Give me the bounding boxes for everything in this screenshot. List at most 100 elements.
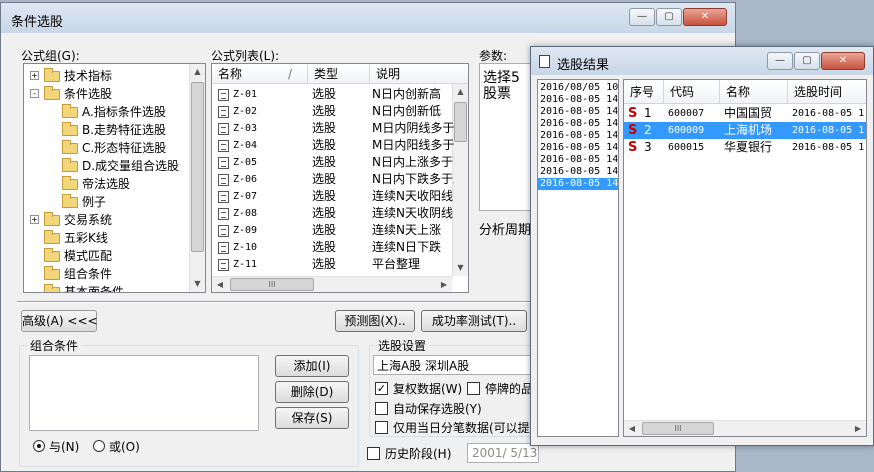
formula-row[interactable]: Z-09 选股 连续N天上涨 (212, 222, 454, 239)
result-table[interactable]: 序号 代码 名称 选股时间 ◀ III ▶ S 1 600007 中国国贸 2016-0… (623, 79, 867, 437)
formula-row[interactable]: Z-07 选股 连续N天收阳线 (212, 188, 454, 205)
tree-item[interactable]: A.指标条件选股 (24, 103, 189, 121)
tree-scroll-thumb[interactable] (191, 82, 204, 252)
delete-button[interactable]: 删除(D) (275, 381, 349, 403)
scroll-left-icon[interactable]: ◀ (624, 421, 640, 436)
formula-row[interactable]: Z-03 选股 M日内阴线多于阳 (212, 120, 454, 137)
restore-checkbox-label: 复权数据(W) (393, 382, 463, 396)
advanced-button[interactable]: 高级(A) <<< (21, 310, 98, 332)
formula-row[interactable]: Z-04 选股 M日内阳线多于阴 (212, 137, 454, 154)
result-row[interactable]: S 1 600007 中国国贸 2016-08-05 1 (624, 105, 866, 122)
column-header-time[interactable]: 选股时间 (788, 80, 866, 104)
timestamp-item[interactable]: 2016-08-05 14 (538, 142, 618, 154)
date-from-input[interactable]: 2001/ 5/13 (467, 443, 539, 463)
autosave-checkbox[interactable] (375, 402, 388, 415)
suspended-checkbox[interactable] (467, 382, 480, 395)
tree-vertical-scrollbar[interactable]: ▲ ▼ (189, 64, 205, 292)
column-header-type[interactable]: 类型 (308, 64, 370, 84)
formula-row[interactable]: Z-05 选股 N日内上涨多于下 (212, 154, 454, 171)
preview-button[interactable]: 预测图(X).. (335, 310, 415, 332)
minimize-button[interactable]: — (629, 8, 655, 26)
tree-item[interactable]: 五彩K线 (24, 229, 189, 247)
formula-row[interactable]: Z-01 选股 N日内创新高 (212, 86, 454, 103)
scroll-down-icon[interactable]: ▼ (190, 276, 205, 292)
scroll-up-icon[interactable]: ▲ (453, 84, 468, 100)
formula-doc-icon (218, 140, 229, 152)
tree-item[interactable]: + 交易系统 (24, 211, 189, 229)
expand-icon[interactable]: + (30, 215, 39, 224)
timestamp-item[interactable]: 2016-08-05 14 (538, 106, 618, 118)
result-hscroll-thumb[interactable]: III (642, 422, 714, 435)
market-field[interactable]: 上海A股 深圳A股 (373, 355, 539, 375)
tree-item[interactable]: B.走势特征选股 (24, 121, 189, 139)
tree-item[interactable]: 例子 (24, 193, 189, 211)
formula-horizontal-scrollbar[interactable]: ◀ III ▶ (212, 276, 452, 292)
formula-row[interactable]: Z-08 选股 连续N天收阴线 (212, 205, 454, 222)
column-header-name[interactable]: 名称 / (212, 64, 308, 84)
or-radio[interactable] (93, 440, 105, 452)
formula-type: 选股 (312, 240, 337, 254)
current-only-checkbox[interactable] (375, 421, 388, 434)
timestamp-item[interactable]: 2016-08-05 14 (538, 130, 618, 142)
timestamp-item[interactable]: 2016-08-05 14 (538, 154, 618, 166)
formula-name: Z-11 (233, 259, 258, 270)
select-settings-label: 选股设置 (375, 337, 430, 354)
tree-item[interactable]: 组合条件 (24, 265, 189, 283)
tree-item[interactable]: 基本面条件 (24, 283, 189, 292)
formula-vertical-scrollbar[interactable]: ▲ ▼ (452, 84, 468, 276)
formula-list-label: 公式列表(L): (211, 49, 280, 63)
timestamp-item[interactable]: 2016-08-05 14 (538, 166, 618, 178)
folder-icon (44, 266, 60, 280)
scroll-left-icon[interactable]: ◀ (212, 277, 228, 292)
timestamp-item[interactable]: 2016-08-05 14 (538, 94, 618, 106)
scroll-right-icon[interactable]: ▶ (850, 421, 866, 436)
save-button[interactable]: 保存(S) (275, 407, 349, 429)
formula-doc-icon (218, 89, 229, 101)
tree-item[interactable]: D.成交量组合选股 (24, 157, 189, 175)
formula-doc-icon (218, 225, 229, 237)
result-minimize-button[interactable]: — (767, 52, 793, 70)
timestamp-item[interactable]: 2016-08-05 14 (538, 118, 618, 130)
result-row[interactable]: S 2 600009 上海机场 2016-08-05 1 (624, 122, 866, 139)
expand-icon[interactable]: + (30, 71, 39, 80)
result-maximize-button[interactable]: ▢ (794, 52, 820, 70)
combo-list[interactable] (29, 355, 259, 431)
result-horizontal-scrollbar[interactable]: ◀ III ▶ (624, 420, 866, 436)
tree-item[interactable]: + 技术指标 (24, 67, 189, 85)
scroll-right-icon[interactable]: ▶ (436, 277, 452, 292)
formula-row[interactable]: Z-10 选股 连续N日下跌 (212, 239, 454, 256)
timestamp-item[interactable]: 2016/08/05 10 (538, 82, 618, 94)
formula-doc-icon (218, 106, 229, 118)
restore-checkbox[interactable]: ✓ (375, 382, 388, 395)
formula-row[interactable]: Z-02 选股 N日内创新低 (212, 103, 454, 120)
column-header-seq-label: 序号 (630, 85, 655, 99)
formula-group-tree[interactable]: ▲ ▼ + 技术指标 - 条件选股 A.指标条件选股 B.走势特征选股 C.形态特征选股 D.… (23, 63, 206, 293)
history-checkbox[interactable] (367, 447, 380, 460)
and-radio[interactable] (33, 440, 45, 452)
timestamp-item[interactable]: 2016-08-05 14 (538, 178, 618, 190)
column-header-code[interactable]: 代码 (664, 80, 720, 104)
formula-scroll-thumb[interactable] (454, 102, 467, 142)
tree-item[interactable]: C.形态特征选股 (24, 139, 189, 157)
column-header-name[interactable]: 名称 (720, 80, 788, 104)
tree-item-label: 五彩K线 (64, 231, 108, 245)
timestamp-list[interactable]: 2016/08/05 10 2016-08-05 14 2016-08-05 14 2… (537, 79, 619, 437)
formula-row[interactable]: Z-06 选股 N日内下跌多于上 (212, 171, 454, 188)
formula-list[interactable]: 名称 / 类型 说明 ▲ ▼ ◀ III ▶ Z-01 选股 N日内创新高 Z-02 选股… (211, 63, 469, 293)
result-row[interactable]: S 3 600015 华夏银行 2016-08-05 1 (624, 139, 866, 156)
result-close-button[interactable]: ✕ (821, 52, 865, 70)
column-header-seq[interactable]: 序号 (624, 80, 664, 104)
tree-item[interactable]: 模式匹配 (24, 247, 189, 265)
column-header-desc[interactable]: 说明 (370, 64, 468, 84)
formula-hscroll-thumb[interactable]: III (230, 278, 314, 291)
collapse-icon[interactable]: - (30, 89, 39, 98)
success-test-button[interactable]: 成功率测试(T).. (421, 310, 527, 332)
maximize-button[interactable]: ▢ (656, 8, 682, 26)
tree-item[interactable]: 帝法选股 (24, 175, 189, 193)
close-button[interactable]: ✕ (683, 8, 727, 26)
formula-row[interactable]: Z-11 选股 平台整理 (212, 256, 454, 273)
scroll-down-icon[interactable]: ▼ (453, 260, 468, 276)
tree-item[interactable]: - 条件选股 (24, 85, 189, 103)
scroll-up-icon[interactable]: ▲ (190, 64, 205, 80)
add-button[interactable]: 添加(I) (275, 355, 349, 377)
